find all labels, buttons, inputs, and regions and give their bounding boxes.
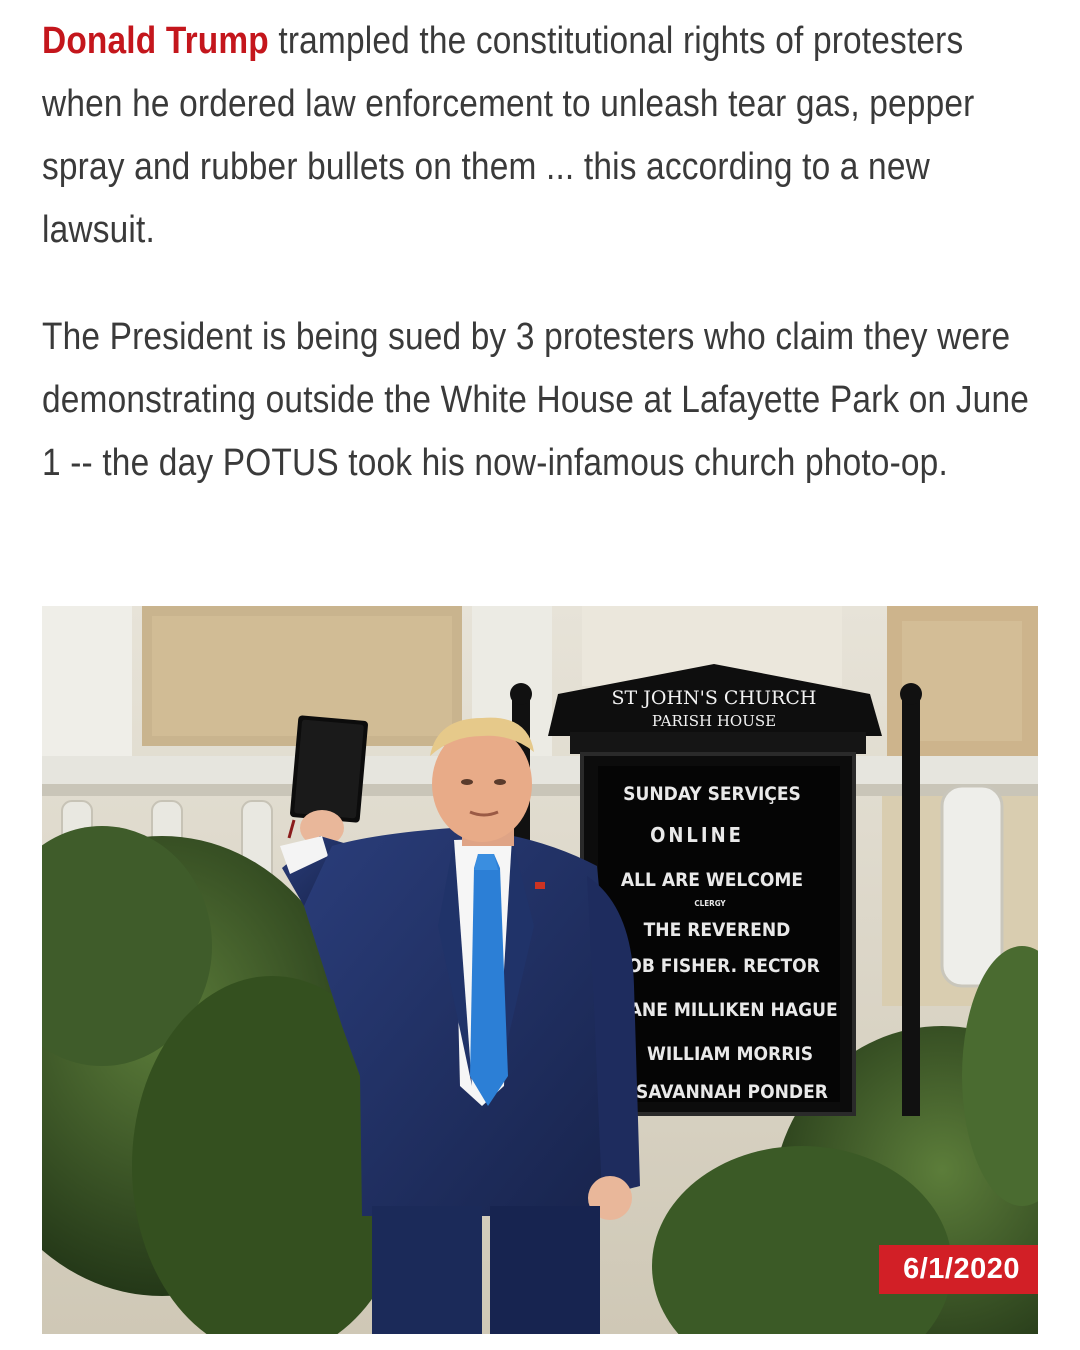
sign-line-all-are-welcome: ALL ARE WELCOME <box>621 869 803 891</box>
sign-line-sunday-services: SUNDAY SERVIÇES <box>623 783 801 805</box>
sign-title-line1: ST JOHN'S CHURCH <box>612 687 817 709</box>
sign-line-online: ONLINE <box>650 823 744 847</box>
sign-line-clergy: CLERGY <box>694 899 726 908</box>
sign-line-hague: JANE MILLIKEN HAGUE <box>621 999 837 1021</box>
article-paragraph-1: Donald Trump trampled the constitutional… <box>42 10 1042 262</box>
sign-line-rector: ROB FISHER. RECTOR <box>614 955 820 977</box>
sign-title-line2: PARISH HOUSE <box>652 712 776 730</box>
article-photo[interactable]: ST JOHN'S CHURCH PARISH HOUSE SUNDAY SER… <box>42 606 1038 1334</box>
photo-illustration: ST JOHN'S CHURCH PARISH HOUSE SUNDAY SER… <box>42 606 1038 1334</box>
paragraph-2-text: The President is being sued by 3 protest… <box>42 316 1030 484</box>
article-paragraph-2: The President is being sued by 3 protest… <box>42 306 1042 495</box>
article-body: Donald Trump trampled the constitutional… <box>42 10 1042 495</box>
sign-line-ponder: SAVANNAH PONDER <box>636 1081 828 1103</box>
sign-line-the-reverend: THE REVEREND <box>644 919 791 941</box>
donald-trump-link[interactable]: Donald Trump <box>42 20 269 62</box>
sign-line-morris: WILLIAM MORRIS <box>647 1043 813 1065</box>
date-badge: 6/1/2020 <box>879 1245 1038 1294</box>
